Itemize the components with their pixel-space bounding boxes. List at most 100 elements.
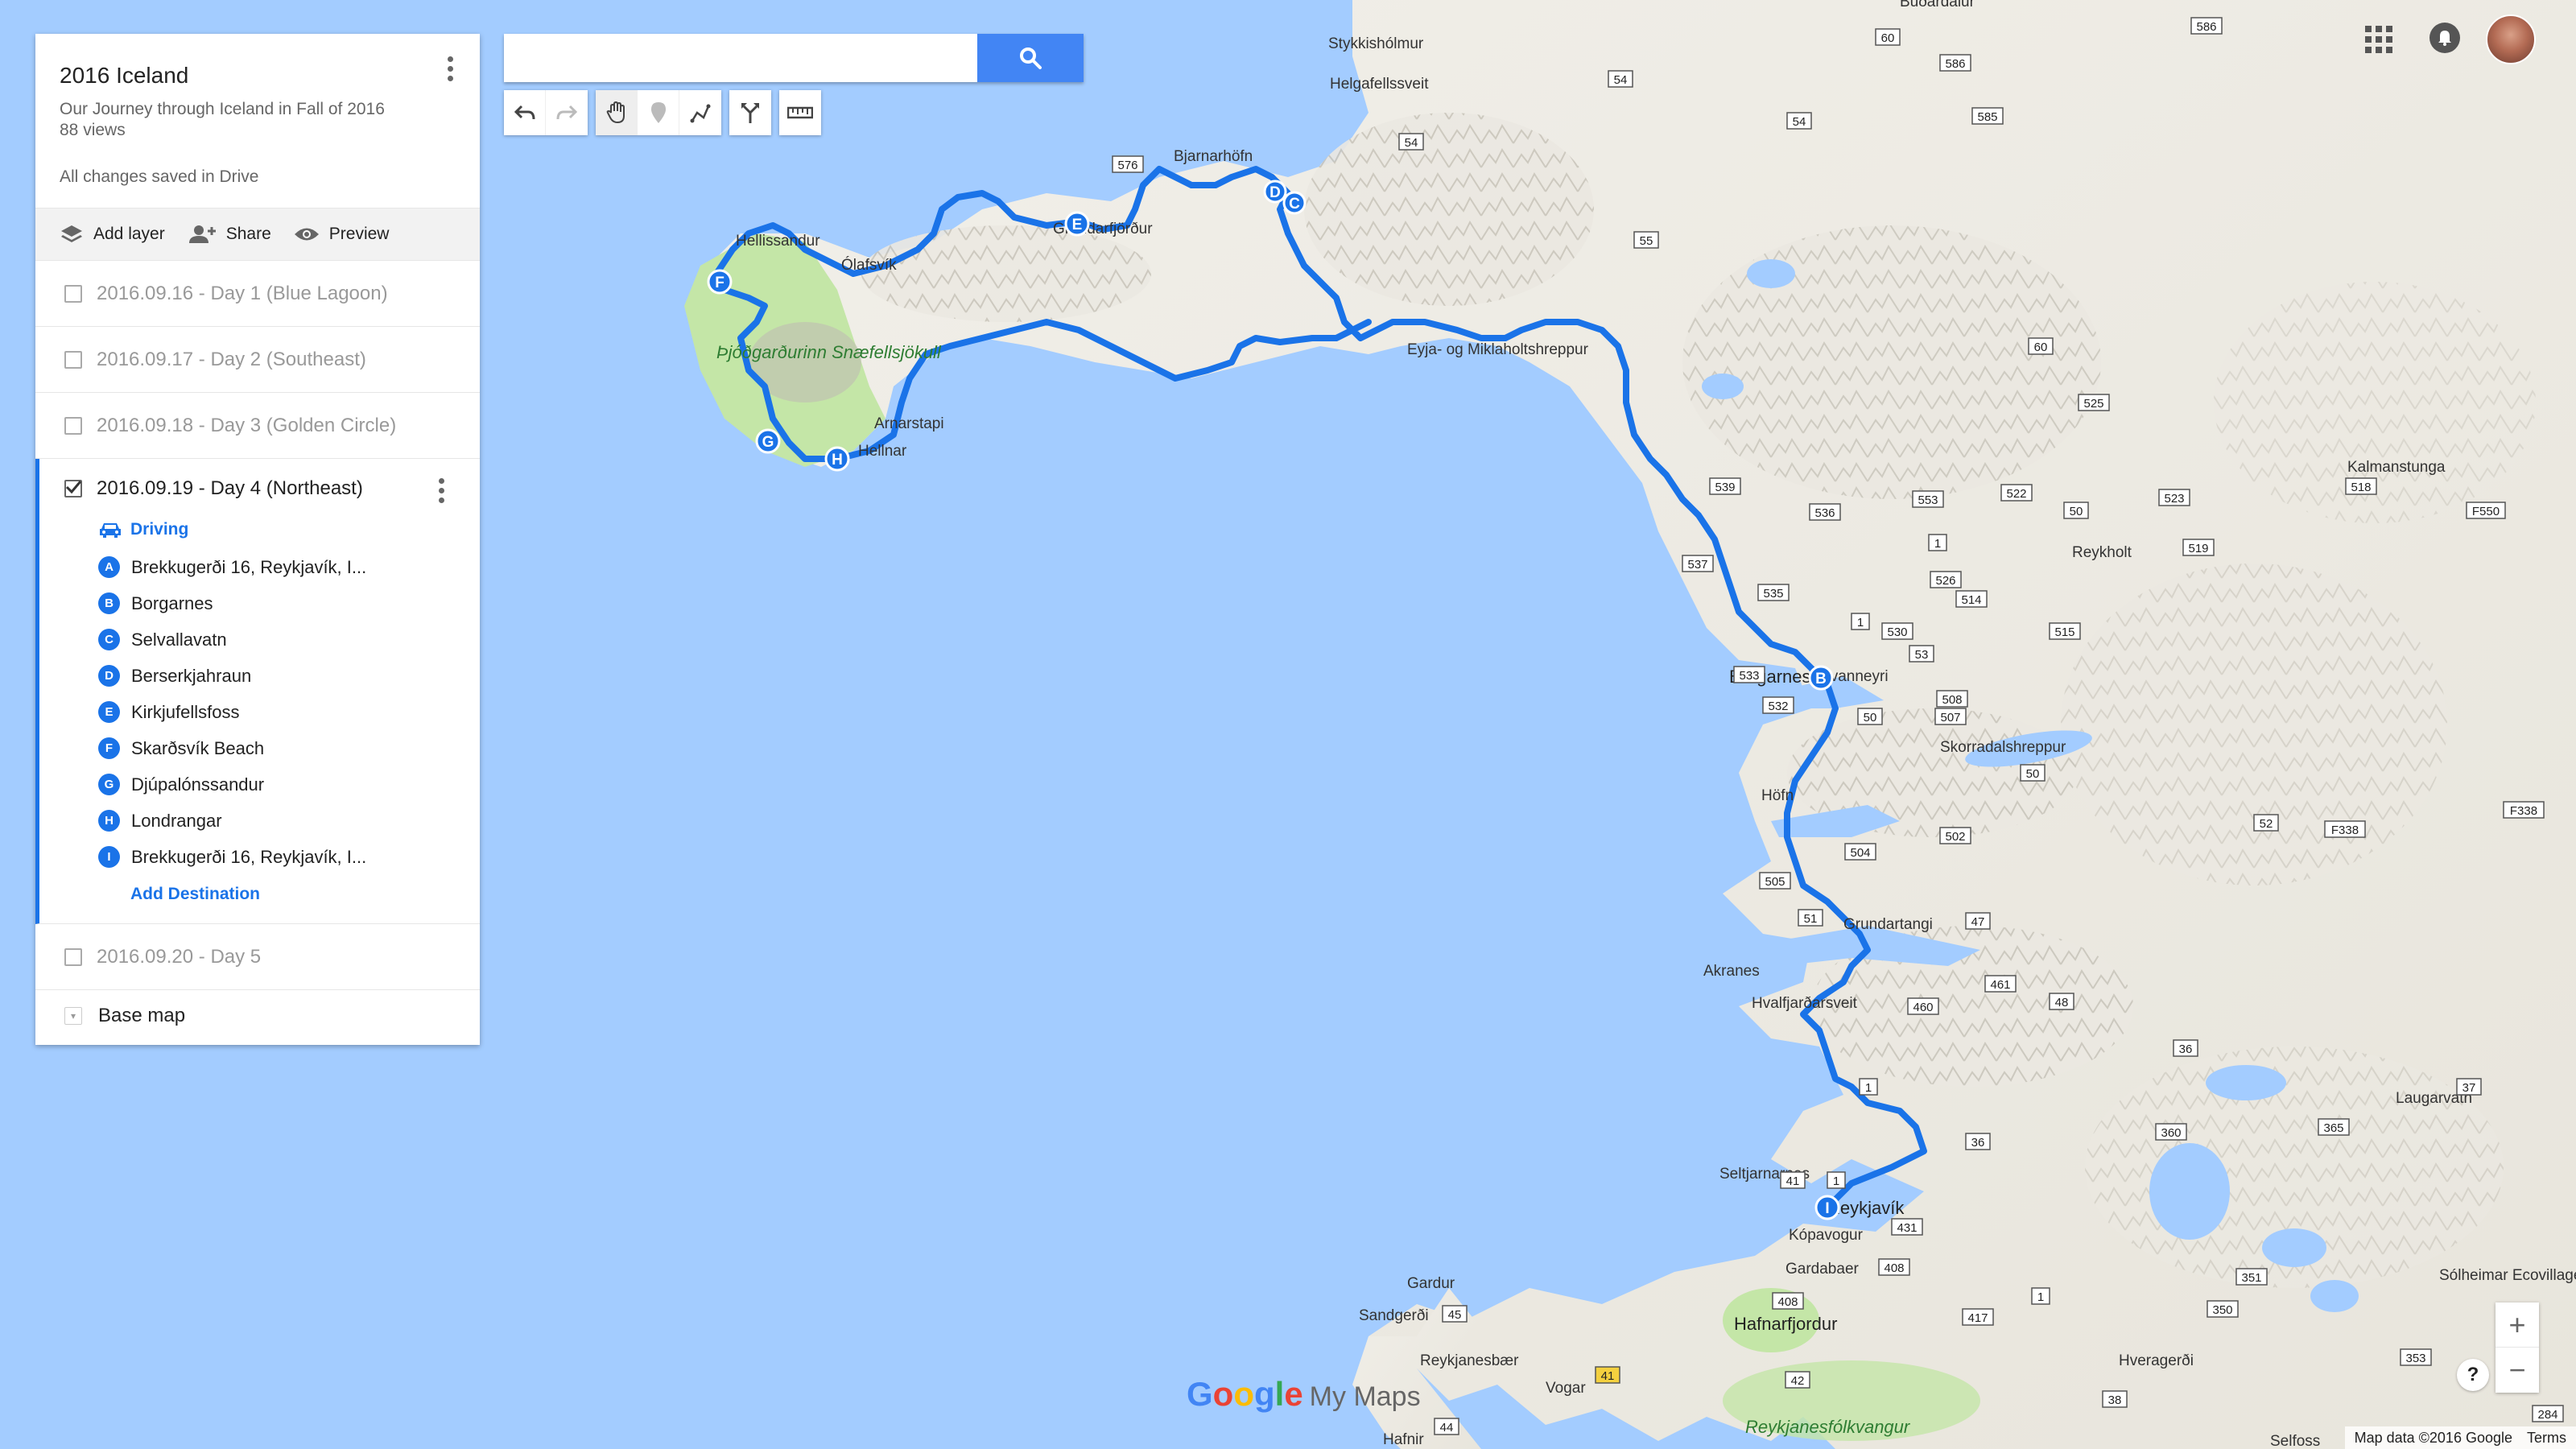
road-1-c: 1: [1859, 1078, 1878, 1096]
road-353: 353: [2400, 1348, 2432, 1366]
apps-grid-icon[interactable]: [2365, 26, 2392, 53]
layer-day-2[interactable]: 2016.09.17 - Day 2 (Southeast): [35, 327, 480, 393]
road-522: 522: [2000, 484, 2033, 502]
undo-button[interactable]: [504, 90, 546, 135]
layer-day-3-checkbox[interactable]: [64, 416, 82, 435]
label-hveragerdi: Hveragerði: [2119, 1352, 2194, 1369]
notifications-icon[interactable]: [2429, 23, 2460, 53]
layer-day-4[interactable]: 2016.09.19 - Day 4 (Northeast) Driving A…: [35, 459, 480, 924]
road-408: 408: [1878, 1258, 1910, 1276]
destination-c[interactable]: C Selvallavatn: [98, 621, 480, 658]
share-label: Share: [225, 225, 271, 243]
destination-d-name: Berserkjahraun: [131, 665, 252, 686]
add-directions-button[interactable]: [729, 90, 771, 135]
destination-e[interactable]: E Kirkjufellsfoss: [98, 694, 480, 730]
destination-f[interactable]: F Skarðsvík Beach: [98, 730, 480, 766]
destination-d[interactable]: D Berserkjahraun: [98, 658, 480, 694]
search-button[interactable]: [977, 34, 1084, 82]
label-vogar: Vogar: [1546, 1380, 1586, 1397]
attribution-bar: Map data ©2016 Google Terms: [2344, 1426, 2576, 1449]
route-marker-f[interactable]: F: [707, 269, 733, 295]
map-options-icon[interactable]: [448, 56, 454, 85]
svg-text:52: 52: [2260, 817, 2273, 831]
preview-button[interactable]: Preview: [294, 225, 390, 244]
svg-text:360: 360: [2161, 1126, 2181, 1140]
svg-text:36: 36: [2179, 1042, 2193, 1056]
road-505: 505: [1759, 872, 1791, 890]
road-F550: F550: [2466, 502, 2506, 519]
share-button[interactable]: Share: [188, 224, 271, 245]
label-budardalur: Búðardalur: [1900, 0, 1975, 10]
road-508: 508: [1936, 690, 1968, 708]
lake-4: [2262, 1228, 2326, 1267]
label-reykholt: Reykholt: [2072, 544, 2132, 561]
destination-b-badge: B: [98, 592, 120, 614]
destination-g[interactable]: G Djúpalónssandur: [98, 766, 480, 803]
layer-day-5-checkbox[interactable]: [64, 947, 82, 966]
route-marker-d[interactable]: D: [1263, 180, 1287, 204]
road-54-b: 54: [1786, 112, 1812, 130]
svg-text:41: 41: [1601, 1369, 1615, 1383]
destination-h[interactable]: H Londrangar: [98, 803, 480, 839]
layer-day-5-label: 2016.09.20 - Day 5: [97, 945, 262, 968]
lake-2: [1702, 374, 1744, 399]
layer-day-3[interactable]: 2016.09.18 - Day 3 (Golden Circle): [35, 393, 480, 459]
terms-link[interactable]: Terms: [2527, 1430, 2566, 1447]
undo-icon: [514, 105, 535, 120]
layer-day-1-checkbox[interactable]: [64, 284, 82, 303]
svg-text:535: 535: [1763, 587, 1783, 601]
draw-line-button[interactable]: [679, 90, 721, 135]
search-icon: [1020, 47, 1042, 69]
layer-day-1[interactable]: 2016.09.16 - Day 1 (Blue Lagoon): [35, 261, 480, 327]
preview-label: Preview: [328, 225, 390, 243]
add-destination-link[interactable]: Add Destination: [130, 885, 480, 904]
search-bar: [504, 34, 1084, 82]
destination-b[interactable]: B Borgarnes: [98, 585, 480, 621]
measure-button[interactable]: [779, 90, 821, 135]
layer-options-icon[interactable]: [439, 478, 445, 507]
svg-text:1: 1: [1934, 537, 1941, 551]
svg-text:522: 522: [2006, 487, 2026, 501]
hand-icon: [606, 101, 625, 124]
base-map-row[interactable]: ▾ Base map: [35, 990, 480, 1042]
svg-text:C: C: [1289, 196, 1300, 213]
zoom-in-button[interactable]: +: [2496, 1302, 2539, 1348]
road-533: 533: [1733, 666, 1765, 683]
layer-day-5[interactable]: 2016.09.20 - Day 5: [35, 924, 480, 990]
map-title[interactable]: 2016 Iceland: [60, 63, 456, 89]
route-marker-h[interactable]: H: [824, 446, 850, 472]
svg-text:51: 51: [1804, 912, 1818, 926]
layer-day-2-checkbox[interactable]: [64, 350, 82, 369]
map-description[interactable]: Our Journey through Iceland in Fall of 2…: [60, 100, 456, 119]
avatar[interactable]: [2486, 14, 2536, 64]
svg-text:523: 523: [2164, 492, 2184, 506]
layers-icon: [61, 225, 82, 242]
search-input[interactable]: [504, 34, 977, 82]
route-marker-c[interactable]: C: [1282, 191, 1307, 215]
destination-e-name: Kirkjufellsfoss: [131, 701, 240, 722]
route-marker-i[interactable]: I: [1814, 1195, 1840, 1220]
svg-text:505: 505: [1765, 875, 1785, 889]
svg-text:1: 1: [1857, 616, 1864, 630]
destination-i[interactable]: I Brekkugerði 16, Reykjavík, I...: [98, 839, 480, 875]
route-marker-e[interactable]: E: [1064, 211, 1090, 237]
layer-day-3-label: 2016.09.18 - Day 3 (Golden Circle): [97, 414, 397, 436]
route-marker-b[interactable]: B: [1808, 665, 1834, 691]
add-layer-button[interactable]: Add layer: [60, 224, 165, 245]
layer-day-4-checkbox[interactable]: [64, 480, 82, 497]
edit-tools: [596, 90, 721, 135]
directions-icon: [741, 103, 759, 123]
select-tool-button[interactable]: [596, 90, 638, 135]
road-38: 38: [2102, 1390, 2128, 1408]
route-marker-g[interactable]: G: [755, 428, 781, 454]
destination-a[interactable]: A Brekkugerði 16, Reykjavík, I...: [98, 549, 480, 585]
redo-button[interactable]: [546, 90, 588, 135]
chevron-down-icon[interactable]: ▾: [64, 1007, 82, 1025]
road-536: 536: [1809, 503, 1841, 521]
add-marker-button[interactable]: [638, 90, 679, 135]
zoom-out-button[interactable]: −: [2496, 1348, 2539, 1393]
svg-text:54: 54: [1614, 73, 1628, 87]
help-button[interactable]: ?: [2457, 1359, 2489, 1391]
label-akranes: Akranes: [1703, 963, 1760, 980]
travel-mode[interactable]: Driving: [98, 520, 480, 539]
